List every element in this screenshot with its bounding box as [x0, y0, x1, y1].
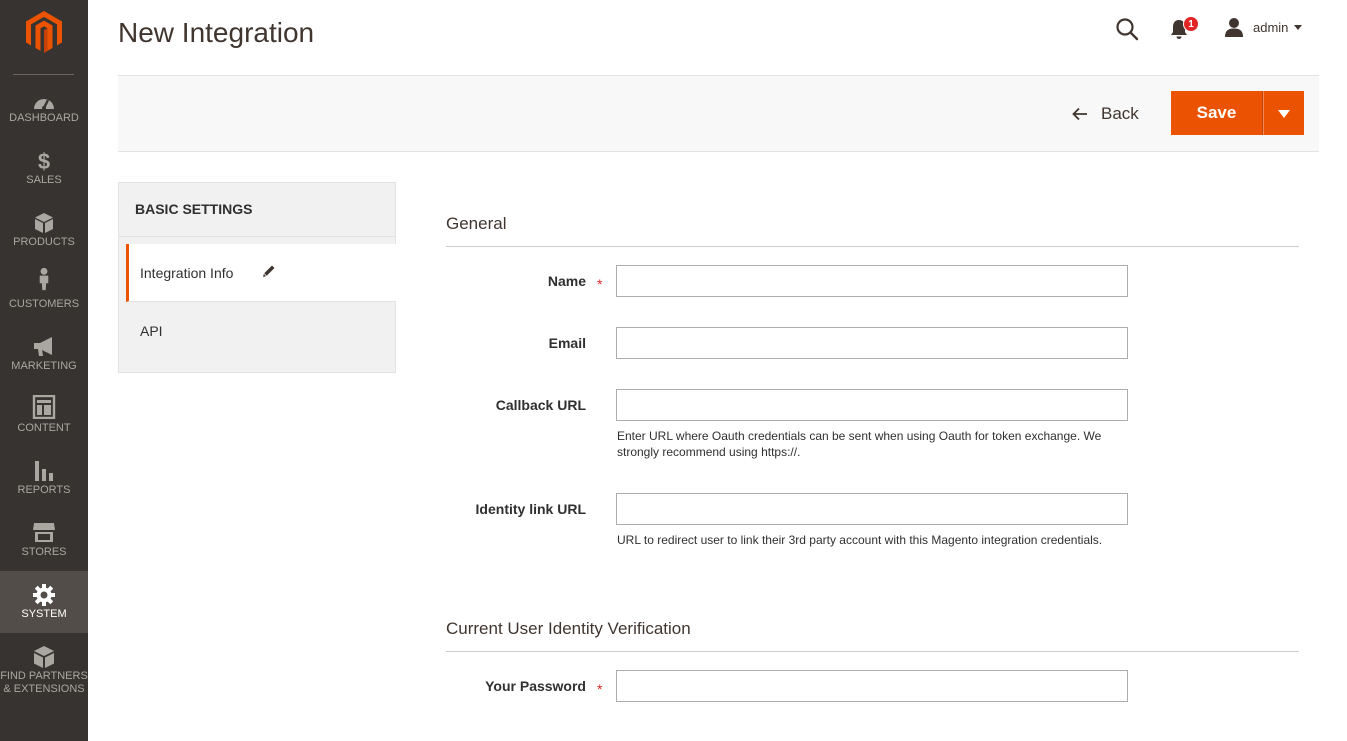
caret-down-icon [1278, 110, 1290, 118]
sidebar-item-label-line2: & EXTENSIONS [3, 683, 85, 695]
section-divider [446, 246, 1299, 247]
identity-link-url-input[interactable] [616, 493, 1128, 525]
person-icon [39, 267, 49, 291]
sidebar-item-products[interactable]: PRODUCTS [0, 211, 88, 273]
user-icon [1225, 18, 1243, 37]
callback-url-input[interactable] [616, 389, 1128, 421]
notifications-badge[interactable]: 1 [1183, 16, 1199, 32]
admin-user-menu[interactable]: admin [1224, 16, 1303, 38]
identity-link-url-label: Identity link URL [475, 501, 586, 517]
sidebar-item-label: MARKETING [11, 360, 77, 372]
tabs-divider [119, 236, 395, 237]
admin-sidebar: DASHBOARD $ SALES PRODUCTS CUSTOMERS MAR… [0, 0, 88, 741]
tab-integration-info[interactable]: Integration Info [126, 244, 396, 302]
sidebar-item-label: CONTENT [17, 422, 71, 434]
storefront-icon [33, 523, 55, 542]
sidebar-divider [13, 74, 74, 75]
page-title: New Integration [118, 17, 315, 48]
settings-tabs: BASIC SETTINGS Integration Info API [118, 182, 396, 373]
sidebar-item-label: SALES [26, 174, 62, 186]
dollar-icon: $ [38, 149, 50, 173]
password-label: Your Password [485, 678, 586, 694]
back-button[interactable]: Back [1072, 102, 1139, 126]
sidebar-item-label: DASHBOARD [9, 112, 79, 124]
sidebar-item-label: SYSTEM [21, 608, 67, 620]
email-label: Email [548, 335, 586, 351]
cube-icon [35, 213, 53, 233]
sidebar-item-system[interactable]: SYSTEM [0, 571, 88, 633]
sidebar-item-content[interactable]: CONTENT [0, 395, 88, 457]
sidebar-item-find-partners[interactable]: FIND PARTNERS & EXTENSIONS [0, 645, 88, 705]
tab-api[interactable]: API [126, 303, 396, 360]
page-actions-bar: Back Save [118, 75, 1319, 152]
sidebar-item-marketing[interactable]: MARKETING [0, 335, 88, 397]
required-asterisk: * [597, 681, 603, 697]
password-input[interactable] [616, 670, 1128, 702]
tab-label: Integration Info [140, 265, 234, 281]
required-asterisk: * [597, 276, 603, 292]
svg-text:$: $ [38, 149, 50, 173]
sidebar-item-customers[interactable]: CUSTOMERS [0, 267, 88, 329]
layout-icon [32, 395, 56, 419]
sidebar-item-label: REPORTS [17, 484, 71, 496]
chevron-down-icon [1294, 24, 1303, 30]
arrow-left-icon [1072, 107, 1087, 121]
name-input[interactable] [616, 265, 1128, 297]
sidebar-item-label: FIND PARTNERS [0, 670, 88, 682]
gear-icon [33, 584, 55, 606]
section-title-general: General [446, 214, 507, 233]
admin-username: admin [1253, 19, 1289, 35]
save-options-toggle[interactable] [1263, 91, 1304, 135]
sidebar-item-label: STORES [21, 546, 67, 558]
section-divider [446, 651, 1299, 652]
sidebar-item-sales[interactable]: $ SALES [0, 149, 88, 211]
identity-link-url-note: URL to redirect user to link their 3rd p… [617, 533, 1103, 547]
sidebar-item-dashboard[interactable]: DASHBOARD [0, 91, 88, 153]
search-icon[interactable] [1114, 16, 1140, 42]
sidebar-item-label: PRODUCTS [13, 236, 75, 248]
back-button-label: Back [1101, 104, 1139, 123]
bar-chart-icon [35, 461, 53, 481]
megaphone-icon [34, 337, 52, 356]
sidebar-item-reports[interactable]: REPORTS [0, 459, 88, 521]
callback-url-note: Enter URL where Oauth credentials can be… [617, 429, 1102, 459]
blocks-icon [34, 646, 54, 668]
tabs-title: BASIC SETTINGS [135, 201, 253, 217]
section-title-verification: Current User Identity Verification [446, 619, 691, 638]
tab-label: API [140, 323, 163, 339]
name-label: Name [547, 273, 586, 289]
email-input[interactable] [616, 327, 1128, 359]
save-button[interactable]: Save [1171, 91, 1263, 135]
callback-url-label: Callback URL [495, 397, 586, 413]
pencil-icon [263, 265, 275, 277]
magento-logo-icon[interactable] [26, 11, 62, 53]
sidebar-item-label: CUSTOMERS [8, 298, 80, 310]
